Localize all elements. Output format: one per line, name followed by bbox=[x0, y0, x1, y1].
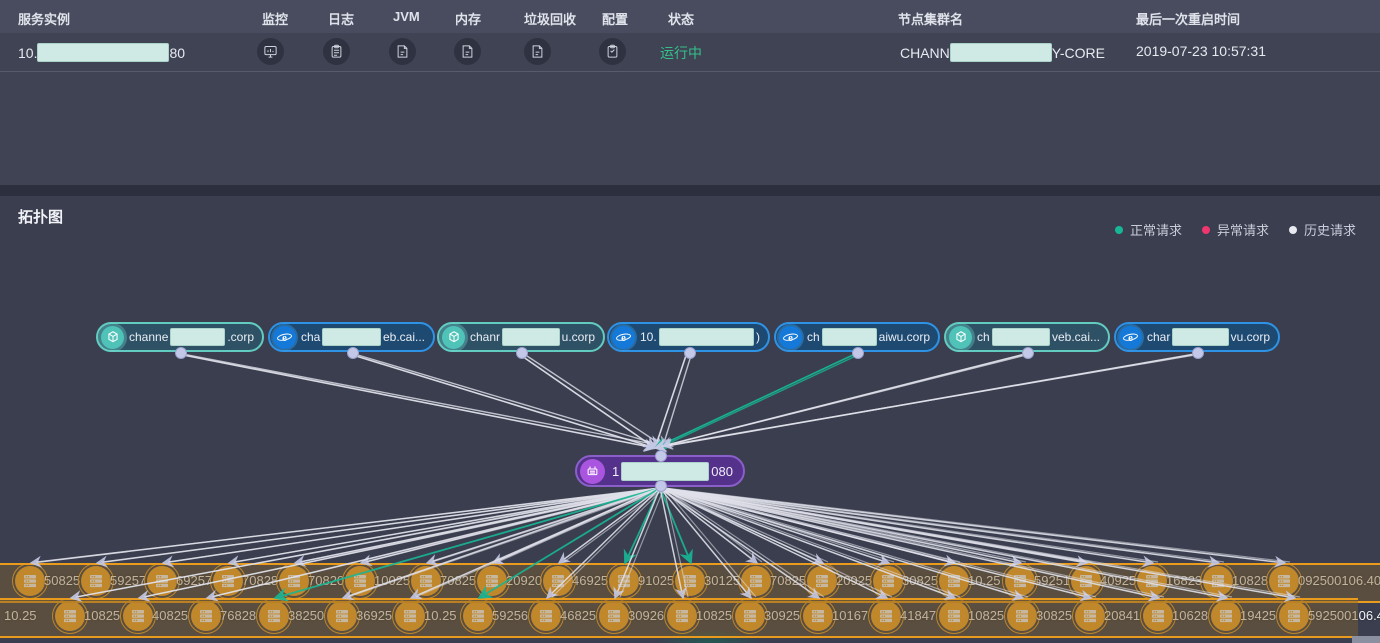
config-clipboard-icon[interactable] bbox=[599, 38, 626, 65]
link-anchor bbox=[1022, 347, 1034, 359]
legend-item[interactable]: 正常请求 bbox=[1114, 220, 1182, 239]
legend-label: 异常请求 bbox=[1216, 223, 1269, 238]
column-header: 监控 bbox=[262, 12, 289, 27]
redaction-box bbox=[991, 328, 1050, 346]
link-anchor bbox=[346, 347, 359, 359]
column-header: JVM bbox=[393, 9, 420, 24]
browser-icon: e bbox=[612, 325, 635, 349]
redaction-box bbox=[621, 461, 710, 481]
redaction-box bbox=[37, 43, 170, 62]
node-label-prefix: ch bbox=[977, 330, 990, 344]
table-row[interactable]: 10. 80 运行中 CHANN Y-CORE 2019-07-23 10:57:3… bbox=[0, 33, 1380, 72]
memory-doc-icon[interactable] bbox=[454, 38, 481, 65]
link-anchor bbox=[852, 347, 864, 359]
browser-icon: e bbox=[779, 325, 802, 349]
node-label-prefix: 10. bbox=[640, 330, 657, 344]
restart-time: 2019-07-23 10:57:31 bbox=[1136, 43, 1266, 59]
redaction-box bbox=[821, 328, 877, 346]
service-instance-table: 服务实例 监控 日志 JVM 内存 垃圾回收 配置 状态 节点集群名 最后一次重启时间 10. 80… bbox=[0, 0, 1380, 185]
node-label-suffix: 080 bbox=[711, 463, 733, 479]
status-badge: 运行中 bbox=[660, 45, 702, 61]
column-header: 节点集群名 bbox=[898, 12, 964, 27]
legend-dot bbox=[1288, 225, 1297, 234]
topology-legend: 正常请求 异常请求 历史请求 bbox=[1114, 220, 1356, 239]
node-label-suffix: u.corp bbox=[561, 330, 595, 344]
column-header: 垃圾回收 bbox=[524, 12, 577, 27]
link-anchor bbox=[516, 347, 528, 359]
browser-icon: e bbox=[273, 325, 296, 349]
legend-dot bbox=[1114, 225, 1123, 234]
link-anchor bbox=[655, 450, 667, 462]
node-label-prefix: chanr bbox=[470, 330, 501, 344]
cube-icon bbox=[101, 325, 124, 349]
redaction-box bbox=[1172, 328, 1229, 346]
topology-panel: 拓扑图 正常请求 异常请求 历史请求 50825 59257 69257 70828 708… bbox=[0, 196, 1380, 643]
monitor-icon[interactable] bbox=[257, 38, 284, 65]
node-label-prefix: channe bbox=[129, 330, 169, 344]
node-label-suffix: .corp bbox=[227, 330, 254, 344]
cube-icon bbox=[442, 325, 465, 349]
node-label-suffix: eb.cai... bbox=[382, 330, 425, 344]
legend-label: 正常请求 bbox=[1129, 223, 1182, 238]
jvm-doc-icon[interactable] bbox=[389, 38, 416, 65]
instance-row-band bbox=[0, 563, 1380, 603]
browser-icon: e bbox=[1119, 325, 1142, 349]
gc-doc-icon[interactable] bbox=[524, 38, 551, 65]
legend-label: 历史请求 bbox=[1303, 223, 1356, 238]
instance-address: 10. 80 bbox=[18, 43, 186, 62]
link-anchor bbox=[655, 480, 667, 492]
node-label-suffix: veb.cai... bbox=[1051, 330, 1100, 344]
node-label-prefix: ch bbox=[807, 330, 820, 344]
column-header: 日志 bbox=[328, 12, 355, 27]
node-label-prefix: char bbox=[1147, 330, 1171, 344]
column-header: 内存 bbox=[455, 12, 482, 27]
cube-icon bbox=[949, 325, 972, 349]
apm-dashboard: 服务实例 监控 日志 JVM 内存 垃圾回收 配置 状态 节点集群名 最后一次重启时间 10. 80… bbox=[0, 0, 1380, 643]
topology-title: 拓扑图 bbox=[18, 209, 64, 226]
legend-item[interactable]: 异常请求 bbox=[1201, 220, 1269, 239]
redaction-box bbox=[658, 328, 754, 346]
section-divider bbox=[0, 185, 1380, 196]
column-header: 最后一次重启时间 bbox=[1136, 12, 1241, 27]
redaction-box bbox=[502, 328, 560, 346]
table-header-row: 服务实例 监控 日志 JVM 内存 垃圾回收 配置 状态 节点集群名 最后一次重启时间 bbox=[0, 0, 1380, 33]
column-header: 配置 bbox=[602, 12, 629, 27]
node-label-suffix: aiwu.corp bbox=[878, 330, 930, 344]
node-label-suffix: vu.corp bbox=[1230, 330, 1270, 344]
node-label-prefix: cha bbox=[301, 330, 321, 344]
legend-item[interactable]: 历史请求 bbox=[1288, 220, 1356, 239]
redaction-box bbox=[949, 43, 1052, 62]
redaction-box bbox=[170, 328, 226, 346]
cluster-name: CHANN Y-CORE bbox=[900, 43, 1105, 62]
node-label-suffix: ) bbox=[756, 330, 760, 344]
node-label-prefix: 1 bbox=[612, 463, 620, 479]
server-icon bbox=[580, 458, 605, 484]
log-icon[interactable] bbox=[323, 38, 350, 65]
column-header: 服务实例 bbox=[18, 12, 71, 27]
link-anchor bbox=[1192, 347, 1204, 359]
link-anchor bbox=[683, 347, 696, 359]
scroll-corner bbox=[1352, 636, 1380, 643]
instance-row-band bbox=[0, 598, 1358, 638]
link-anchor bbox=[175, 347, 187, 359]
redaction-box bbox=[322, 328, 381, 346]
legend-dot bbox=[1201, 225, 1210, 234]
column-header: 状态 bbox=[668, 12, 695, 27]
